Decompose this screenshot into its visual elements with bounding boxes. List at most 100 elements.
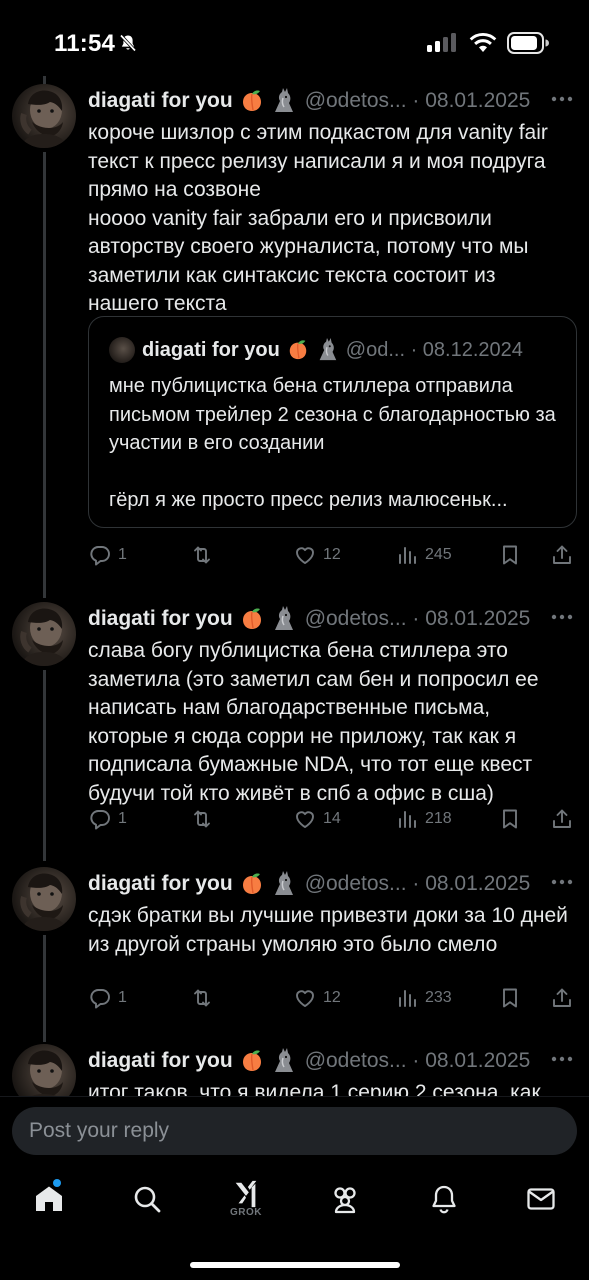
quote-author-handle: @od... · 08.12.2024 [345, 338, 523, 361]
repost-button[interactable] [190, 540, 220, 570]
avatar[interactable] [12, 602, 76, 666]
more-icon[interactable] [551, 610, 573, 624]
timeline[interactable]: diagati for you @odetos... · 08.01.2025 … [0, 76, 589, 1096]
more-icon[interactable] [551, 1052, 573, 1066]
views-button[interactable]: 233 [395, 983, 452, 1013]
bookmark-icon [503, 809, 517, 829]
reply-count: 1 [118, 989, 127, 1006]
donkey-emoji-icon [319, 338, 337, 361]
share-button[interactable] [550, 804, 574, 834]
peach-emoji-icon [289, 340, 307, 360]
peach-emoji-icon [242, 608, 261, 629]
tweet-date[interactable]: 08.01.2025 [425, 1049, 530, 1072]
quote-author-name: diagati for you [142, 338, 280, 361]
peach-emoji-icon [242, 873, 261, 894]
bookmark-button[interactable] [498, 804, 522, 834]
home-indicator[interactable] [190, 1262, 400, 1268]
views-count: 245 [425, 546, 452, 563]
notifications-icon [432, 1185, 456, 1214]
tweet-text: сдэк братки вы лучшие привезти доки за 1… [88, 904, 574, 956]
handle-text: @odetos... [304, 872, 407, 895]
like-button[interactable]: 14 [293, 804, 341, 834]
tweet-actions: 1 12 245 [88, 540, 578, 570]
share-button[interactable] [550, 983, 574, 1013]
quote-date: 08.12.2024 [422, 338, 523, 361]
author-name[interactable]: diagati for you [88, 1049, 233, 1073]
grok-label: GROK [230, 1207, 262, 1218]
avatar-photo [20, 608, 68, 666]
tweet-header: diagati for you @odetos... · 08.01.2025 [88, 602, 573, 636]
peach-emoji-icon [242, 1050, 261, 1071]
tweet-actions: 1 14 218 [88, 804, 578, 834]
more-icon[interactable] [551, 92, 573, 106]
share-button[interactable] [550, 540, 574, 570]
tab-grok[interactable]: GROK [216, 1165, 276, 1235]
tweet[interactable]: diagati for you @odetos... · 08.01.2025 … [0, 867, 589, 1017]
quote-header: diagati for you @od... · 08.12.2024 [109, 337, 560, 363]
repost-button[interactable] [190, 804, 220, 834]
like-count: 12 [323, 546, 341, 563]
handle-text: @odetos... [304, 89, 407, 112]
tweet[interactable]: diagati for you @odetos... · 08.01.2025 … [0, 1044, 589, 1096]
repost-button[interactable] [190, 983, 220, 1013]
handle-text: @odetos... [304, 607, 407, 630]
tab-home[interactable] [19, 1165, 79, 1235]
reply-input[interactable]: Post your reply [12, 1107, 577, 1155]
share-icon [553, 988, 571, 1007]
more-icon[interactable] [551, 875, 573, 889]
quote-handle-text: @od... [345, 338, 406, 361]
tab-notifications[interactable] [414, 1165, 474, 1235]
like-count: 12 [323, 989, 341, 1006]
share-icon [553, 545, 571, 564]
author-name[interactable]: diagati for you [88, 89, 233, 113]
reply-button[interactable]: 1 [88, 804, 127, 834]
quote-text: мне публицистка бена стиллера отправила … [109, 375, 556, 511]
donkey-emoji-icon [274, 606, 293, 630]
tweet-header: diagati for you @odetos... · 08.01.2025 [88, 1044, 573, 1078]
views-button[interactable]: 245 [395, 540, 452, 570]
reply-button[interactable]: 1 [88, 540, 127, 570]
status-bar: 11:54 [0, 0, 589, 76]
bookmark-button[interactable] [498, 540, 522, 570]
quote-avatar [109, 337, 135, 363]
reply-icon [90, 989, 110, 1009]
like-button[interactable]: 12 [293, 540, 341, 570]
author-name[interactable]: diagati for you [88, 872, 233, 896]
avatar[interactable] [12, 84, 76, 148]
tweet-date[interactable]: 08.01.2025 [425, 607, 530, 630]
views-icon [399, 990, 416, 1007]
views-icon [399, 547, 416, 564]
tweet-text: короче шизлор с этим подкастом для vanit… [88, 121, 548, 315]
author-handle: @odetos... · 08.01.2025 [304, 607, 531, 630]
peach-emoji-icon [242, 90, 261, 111]
bell-slash-icon [119, 34, 137, 52]
reply-count: 1 [118, 546, 127, 563]
tab-messages[interactable] [511, 1165, 571, 1235]
tweet-date[interactable]: 08.01.2025 [425, 89, 530, 112]
views-button[interactable]: 218 [395, 804, 452, 834]
tweet[interactable]: diagati for you @odetos... · 08.01.2025 … [0, 602, 589, 842]
donkey-emoji-icon [274, 88, 293, 112]
reply-button[interactable]: 1 [88, 983, 127, 1013]
bookmark-icon [503, 988, 517, 1008]
bookmark-button[interactable] [498, 983, 522, 1013]
author-name[interactable]: diagati for you [88, 607, 233, 631]
tab-communities[interactable] [315, 1165, 375, 1235]
tweet[interactable]: diagati for you @odetos... · 08.01.2025 … [0, 84, 589, 604]
views-count: 233 [425, 989, 452, 1006]
bottom-tab-bar: GROK [0, 1165, 589, 1235]
avatar-photo [28, 1050, 63, 1096]
tab-search[interactable] [117, 1165, 177, 1235]
battery-icon [507, 32, 549, 54]
like-button[interactable]: 12 [293, 983, 341, 1013]
tweet-actions: 1 12 233 [88, 983, 578, 1013]
repost-icon [194, 546, 210, 564]
status-icons [427, 32, 549, 54]
tweet-date[interactable]: 08.01.2025 [425, 872, 530, 895]
avatar[interactable] [12, 1044, 76, 1096]
repost-icon [194, 989, 210, 1007]
author-handle: @odetos... · 08.01.2025 [304, 89, 531, 112]
quoted-tweet[interactable]: diagati for you @od... · 08.12.2024 мне … [88, 316, 577, 528]
avatar[interactable] [12, 867, 76, 931]
communities-icon [334, 1187, 356, 1214]
